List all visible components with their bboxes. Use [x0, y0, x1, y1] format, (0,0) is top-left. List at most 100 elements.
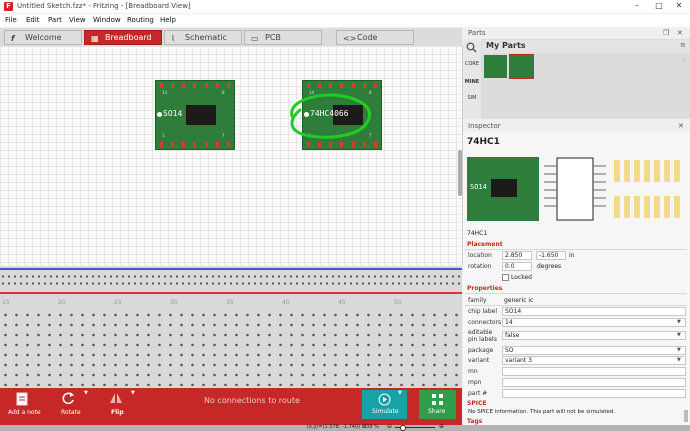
chevron-down-icon[interactable]: ▼	[677, 319, 681, 325]
menu-file[interactable]: File	[5, 14, 17, 27]
rotation-field[interactable]: 0.0	[502, 262, 532, 271]
zoom-slider-handle[interactable]	[400, 425, 406, 431]
placement-section[interactable]: Placement	[467, 241, 503, 248]
maximize-button[interactable]: □	[648, 0, 670, 13]
highlight-circle	[290, 93, 372, 139]
pcb-icon: ▭	[251, 34, 259, 43]
add-note-label[interactable]: Add a note	[8, 409, 41, 416]
family-value: generic ic	[504, 297, 534, 304]
flip-label[interactable]: Flip	[111, 409, 124, 416]
ruler-number: 25	[114, 299, 122, 306]
pcb-preview	[614, 160, 680, 218]
zoom-out-icon[interactable]: ⊖	[387, 423, 392, 430]
ruler-number: 15	[2, 299, 10, 306]
mpn-field[interactable]	[502, 378, 686, 387]
part-number-field[interactable]	[502, 389, 686, 398]
minimize-button[interactable]: –	[626, 0, 648, 13]
menu-part[interactable]: Part	[48, 14, 62, 27]
fritzing-f-icon: f	[11, 34, 15, 43]
inspector-scrollbar[interactable]	[684, 410, 688, 422]
locked-label: Locked	[511, 274, 532, 281]
breadboard-canvas[interactable]	[0, 46, 463, 266]
bin-tab-core[interactable]: CORE	[464, 61, 480, 67]
bin-tab-sim[interactable]: SIM	[464, 95, 480, 101]
chevron-down-icon[interactable]: ▼	[677, 357, 681, 363]
menu-window[interactable]: Window	[93, 14, 121, 27]
connectors-select[interactable]: 14	[502, 318, 686, 327]
preview-chip-label: SO14	[470, 183, 487, 191]
panel-close-icon[interactable]: ✕	[677, 29, 683, 37]
bin-menu-icon[interactable]: ≡	[680, 41, 686, 49]
location-x-field[interactable]: 2.850	[502, 251, 532, 260]
variant-select[interactable]: variant 3	[502, 356, 686, 365]
chevron-right-icon[interactable]: ›	[683, 57, 685, 64]
ruler-number: 50	[394, 299, 402, 306]
menu-help[interactable]: Help	[160, 14, 176, 27]
spice-section[interactable]: SPICE	[467, 400, 486, 407]
zoom-level[interactable]: 239 %	[363, 424, 379, 430]
tab-schematic[interactable]: ⌇ Schematic	[164, 30, 242, 45]
share-button[interactable]: Share	[419, 390, 456, 419]
part-thumbnail-selected[interactable]	[509, 54, 534, 79]
pin-number: 14	[162, 90, 168, 95]
tab-pcb[interactable]: ▭ PCB	[244, 30, 322, 45]
breadboard-icon: ▦	[91, 34, 99, 43]
tab-label: Welcome	[25, 33, 62, 42]
so14-chip[interactable]: 14 8 1 7 SO14	[155, 80, 235, 150]
chevron-down-icon[interactable]: ▼	[677, 332, 681, 338]
power-rail-red-line	[0, 292, 462, 294]
editable-pin-labels-select[interactable]: false	[502, 331, 686, 340]
properties-section[interactable]: Properties	[467, 285, 502, 292]
tab-label: Breadboard	[105, 33, 152, 42]
prop-label: family	[468, 297, 487, 304]
menu-routing[interactable]: Routing	[127, 14, 154, 27]
flip-dropdown-icon[interactable]: ▼	[131, 390, 135, 396]
mn-field[interactable]	[502, 367, 686, 376]
pin-row-bottom	[160, 142, 230, 147]
package-select[interactable]: SO	[502, 346, 686, 355]
add-note-icon[interactable]	[16, 392, 28, 406]
pin-number: 1	[162, 133, 165, 138]
rotate-dropdown-icon[interactable]: ▼	[84, 390, 88, 396]
search-icon[interactable]	[466, 42, 477, 53]
chevron-down-icon[interactable]: ▼	[677, 347, 681, 353]
part-thumbnail-so14[interactable]	[484, 55, 507, 78]
undock-icon[interactable]: ❐	[663, 29, 669, 37]
spice-info: No SPICE information. This part will not…	[468, 409, 616, 415]
rotation-unit: degrees	[537, 263, 562, 270]
tab-welcome[interactable]: f Welcome	[4, 30, 82, 45]
rotation-label: rotation	[468, 263, 492, 270]
routing-status: No connections to route	[204, 396, 300, 405]
tab-breadboard[interactable]: ▦ Breadboard	[84, 30, 162, 45]
share-label: Share	[428, 408, 446, 415]
cursor-coords: (x,y)=(1.578, -1.740) in	[307, 424, 367, 430]
simulate-dropdown-icon[interactable]: ▼	[398, 390, 402, 396]
zoom-in-icon[interactable]: ⊕	[439, 423, 444, 430]
prop-label: editable pin labels	[468, 329, 497, 343]
tab-label: PCB	[265, 33, 281, 42]
tab-label: Schematic	[185, 33, 227, 42]
close-button[interactable]: ✕	[668, 0, 690, 13]
breadboard[interactable]: 15 20 25 30 35 40 45 50	[0, 266, 462, 388]
flip-icon[interactable]	[109, 391, 123, 405]
locked-checkbox[interactable]	[502, 274, 509, 281]
rotate-icon[interactable]	[61, 391, 75, 405]
inspector-close-icon[interactable]: ✕	[678, 122, 684, 130]
menu-edit[interactable]: Edit	[26, 14, 40, 27]
canvas-scrollbar[interactable]	[458, 150, 462, 196]
inspector-header-label: Inspector	[468, 122, 501, 130]
chip-label: SO14	[163, 109, 183, 118]
chip-label-field[interactable]: SO14	[502, 307, 686, 316]
rotate-label[interactable]: Rotate	[61, 409, 81, 416]
pin-number: 8	[222, 90, 225, 95]
location-y-field[interactable]: -1.650	[536, 251, 566, 260]
menu-view[interactable]: View	[69, 14, 86, 27]
pin-row-top	[160, 83, 230, 88]
tab-code[interactable]: <> Code	[336, 30, 414, 45]
tags-section[interactable]: Tags	[467, 418, 482, 425]
ruler-number: 45	[338, 299, 346, 306]
bin-tab-mine[interactable]: MINE	[464, 79, 480, 85]
prop-label: chip label	[468, 308, 497, 315]
location-label: location	[468, 252, 492, 259]
bin-title: My Parts	[486, 41, 526, 50]
